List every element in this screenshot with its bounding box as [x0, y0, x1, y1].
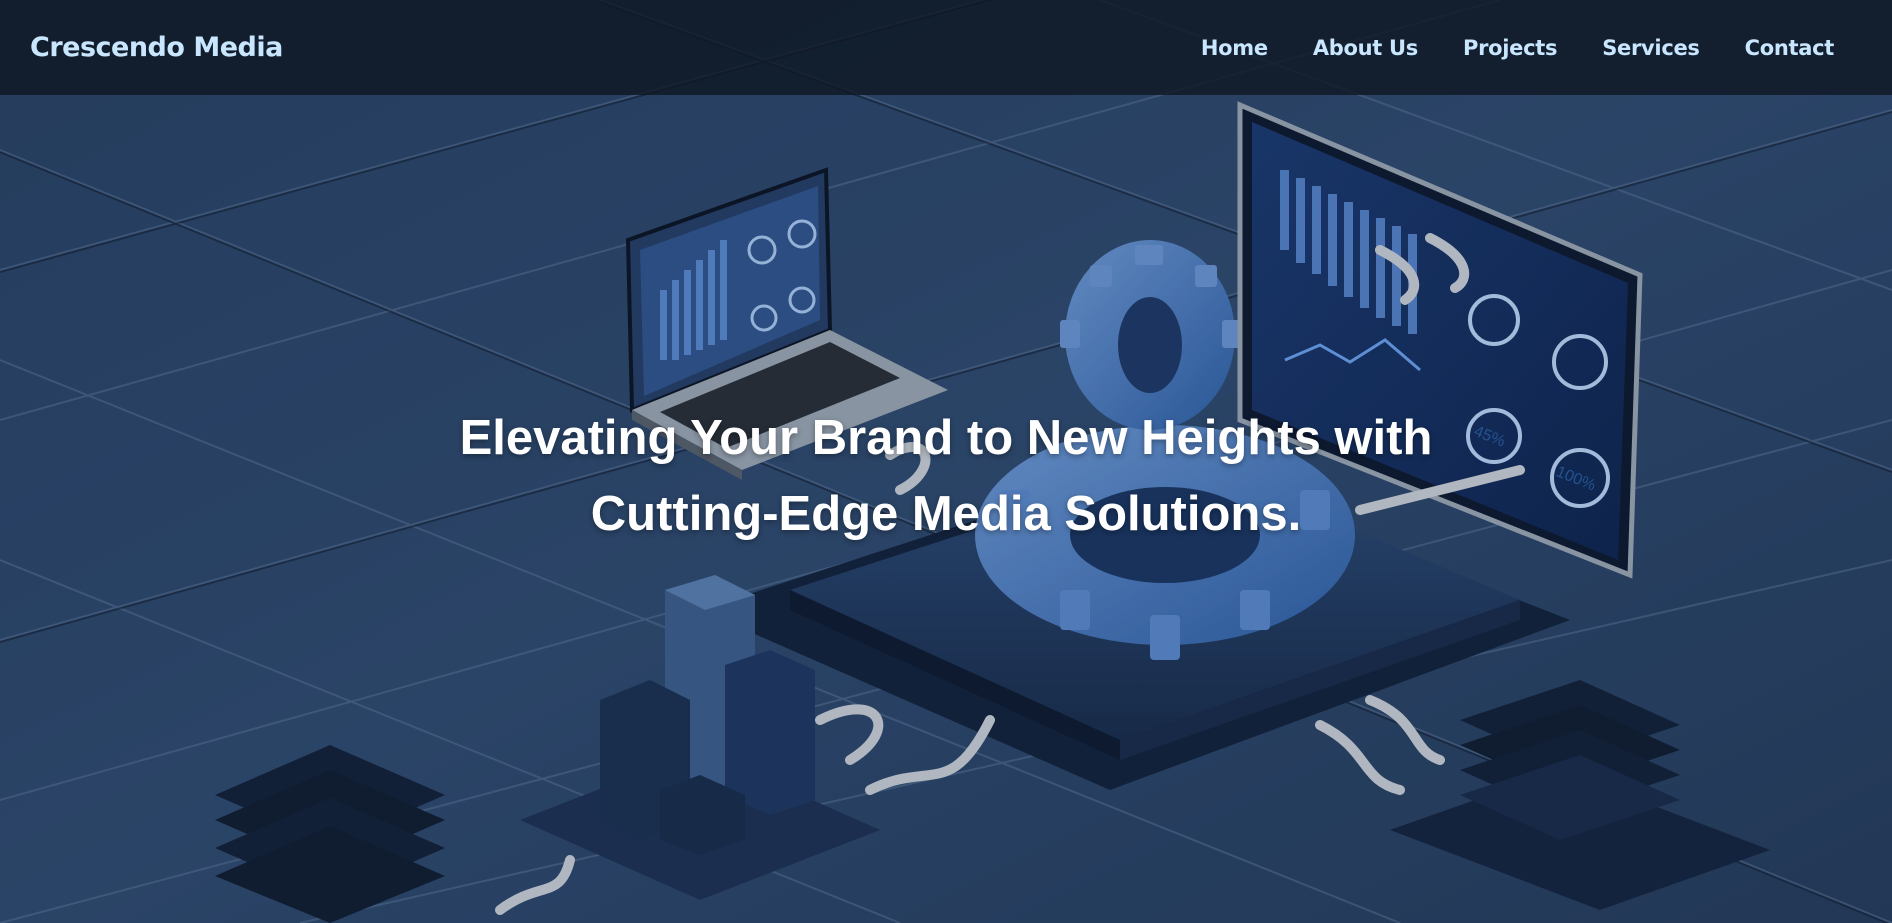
nav-links: Home About Us Projects Services Contact	[1201, 36, 1834, 60]
nav-link-contact[interactable]: Contact	[1745, 36, 1835, 60]
nav-link-home[interactable]: Home	[1201, 36, 1268, 60]
hero-headline-line-1: Elevating Your Brand to New Heights with	[459, 411, 1433, 465]
hero-headline: Elevating Your Brand to New Heights with…	[346, 400, 1546, 552]
hero-headline-line-2: Cutting-Edge Media Solutions.	[590, 487, 1302, 541]
nav-link-services[interactable]: Services	[1602, 36, 1700, 60]
nav-link-projects[interactable]: Projects	[1463, 36, 1558, 60]
top-navbar: Crescendo Media Home About Us Projects S…	[0, 0, 1892, 95]
nav-link-about-us[interactable]: About Us	[1313, 36, 1418, 60]
brand-logo-text[interactable]: Crescendo Media	[30, 32, 283, 63]
page: 45% 100% Crescendo Media Home About Us P…	[0, 0, 1892, 923]
